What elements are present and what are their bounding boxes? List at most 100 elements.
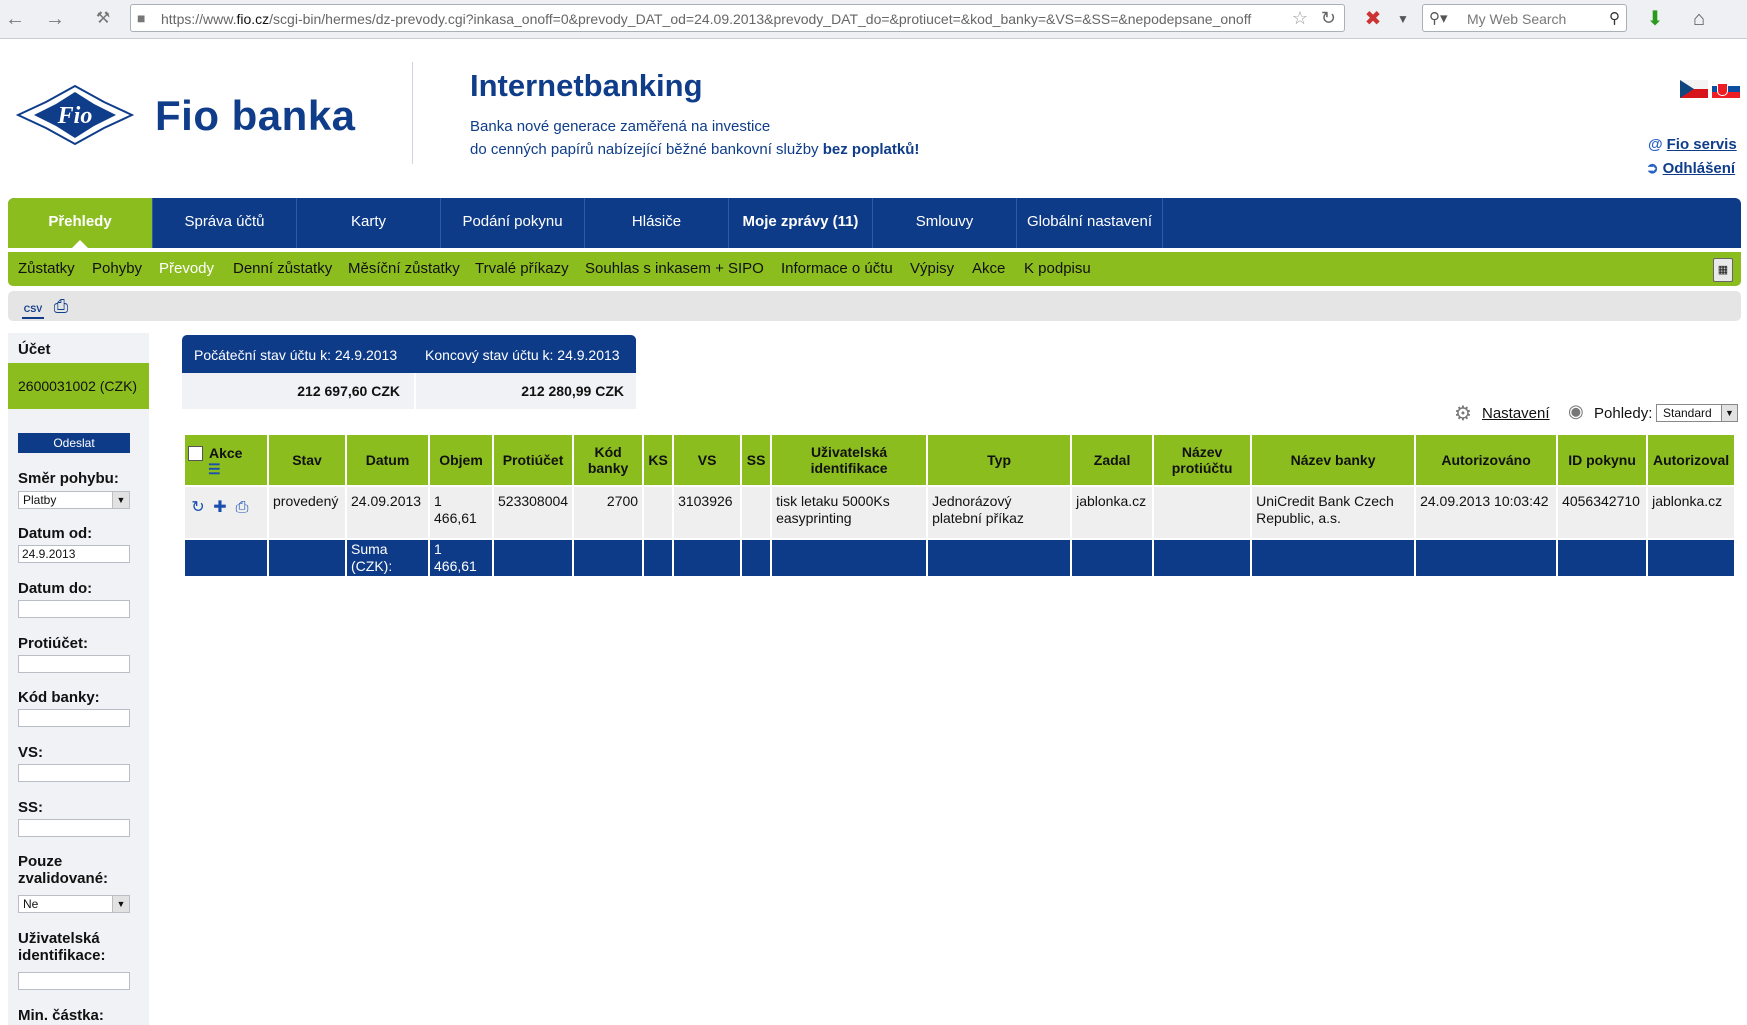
date-from-label: Datum od: (18, 525, 93, 542)
settings-link[interactable]: Nastavení (1482, 405, 1550, 422)
cell-autorizovano: 24.09.2013 10:03:42 (1416, 487, 1557, 538)
page-title: Internetbanking (470, 68, 703, 103)
back-icon[interactable]: ← (2, 6, 28, 32)
page-info-icon[interactable]: ■ (137, 10, 145, 26)
tab-karty[interactable]: Karty (297, 198, 441, 248)
subtab-informace-o-uctu[interactable]: Informace o účtu (781, 252, 893, 286)
col-protiucet[interactable]: Protiúčet (494, 435, 573, 485)
addon-icon[interactable]: ✖ (1360, 6, 1386, 32)
col-nazev-banky[interactable]: Název banky (1252, 435, 1415, 485)
subtab-vypisy[interactable]: Výpisy (910, 252, 954, 286)
cell-nazev-banky: UniCredit Bank Czech Republic, a.s. (1252, 487, 1415, 538)
tab-hlasice[interactable]: Hlásiče (585, 198, 729, 248)
subtab-mesicni-zustatky[interactable]: Měsíční zůstatky (348, 252, 460, 286)
slovak-flag-icon[interactable] (1712, 80, 1740, 98)
search-box[interactable]: ⚲▾ My Web Search ⚲ (1422, 4, 1627, 32)
tagline-line-1: Banka nové generace zaměřená na investic… (470, 118, 771, 135)
sum-cell (494, 540, 573, 576)
url-text[interactable]: https://www.fio.cz/scgi-bin/hermes/dz-pr… (161, 11, 1291, 27)
subtab-akce[interactable]: Akce (972, 252, 1005, 286)
tab-globalni-nastaveni[interactable]: Globální nastavení (1017, 198, 1163, 248)
col-autorizovano[interactable]: Autorizováno (1416, 435, 1557, 485)
forward-icon[interactable]: → (42, 6, 68, 32)
subtab-k-podpisu[interactable]: K podpisu (1024, 252, 1091, 286)
submit-button[interactable]: Odeslat (18, 433, 130, 453)
account-label: Účet (18, 341, 51, 358)
col-uzivatelska-identifikace[interactable]: Uživatelská identifikace (772, 435, 927, 485)
refresh-icon[interactable]: ↻ (189, 499, 207, 517)
select-all-checkbox[interactable] (188, 446, 203, 462)
print-icon[interactable]: ⎙ (233, 499, 251, 517)
subtab-trvale-prikazy[interactable]: Trvalé příkazy (475, 252, 569, 286)
col-ks[interactable]: KS (644, 435, 673, 485)
tab-prehledy[interactable]: Přehledy (8, 198, 153, 248)
tab-smlouvy[interactable]: Smlouvy (873, 198, 1017, 248)
sum-cell (742, 540, 771, 576)
csv-export-icon[interactable]: CSV (22, 295, 44, 319)
bank-code-input[interactable] (18, 709, 130, 727)
tab-sprava-uctu[interactable]: Správa účtů (153, 198, 297, 248)
cell-objem: 1 466,61 (430, 487, 492, 538)
col-typ[interactable]: Typ (928, 435, 1071, 485)
cell-nazev-protiuctu (1154, 487, 1251, 538)
czech-flag-icon[interactable] (1680, 80, 1708, 98)
user-id-input[interactable] (18, 972, 130, 990)
account-selector[interactable]: 2600031002 (CZK) (8, 363, 149, 409)
subtab-prevody[interactable]: Převody (159, 252, 214, 286)
search-input[interactable]: My Web Search (1467, 11, 1566, 27)
validated-select[interactable]: Ne ▼ (18, 895, 130, 913)
cell-kod-banky: 2700 (574, 487, 643, 538)
bookmark-star-icon[interactable]: ☆ (1292, 8, 1308, 29)
calculator-icon[interactable]: ▦ (1713, 258, 1733, 282)
col-kod-banky[interactable]: Kód banky (574, 435, 643, 485)
direction-label: Směr pohybu: (18, 470, 119, 487)
views-select[interactable]: Standard ▼ (1656, 404, 1738, 422)
tab-moje-zpravy[interactable]: Moje zprávy (11) (729, 198, 873, 248)
subtab-zustatky[interactable]: Zůstatky (18, 252, 75, 286)
dropdown-icon[interactable]: ▼ (1390, 6, 1416, 32)
vs-label: VS: (18, 744, 44, 761)
subtab-denni-zustatky[interactable]: Denní zůstatky (233, 252, 332, 286)
col-vs[interactable]: VS (674, 435, 741, 485)
col-zadal[interactable]: Zadal (1072, 435, 1153, 485)
gear-icon[interactable]: ⚙ (1454, 401, 1472, 426)
sum-value: 1 466,61 (430, 540, 492, 576)
end-balance-label: Koncový stav účtu k: 24.9.2013 (425, 347, 620, 363)
brand-name: Fio banka (155, 92, 356, 139)
counter-account-input[interactable] (18, 655, 130, 673)
reload-icon[interactable]: ↻ (1321, 8, 1336, 29)
col-datum[interactable]: Datum (347, 435, 428, 485)
direction-select[interactable]: Platby ▼ (18, 491, 130, 509)
col-objem[interactable]: Objem (430, 435, 492, 485)
logout-link[interactable]: ➲ Odhlášení (1646, 159, 1735, 177)
home-icon[interactable]: ⌂ (1686, 6, 1712, 32)
ss-input[interactable] (18, 819, 130, 837)
col-id-pokynu[interactable]: ID pokynu (1558, 435, 1647, 485)
date-from-input[interactable]: 24.9.2013 (18, 545, 130, 563)
search-icon[interactable]: ⚲ (1609, 9, 1620, 27)
col-nazev-protiuctu[interactable]: Název protiúčtu (1154, 435, 1251, 485)
col-ss[interactable]: SS (742, 435, 771, 485)
cell-vs: 3103926 (674, 487, 741, 538)
tab-podani-pokynu[interactable]: Podání pokynu (441, 198, 585, 248)
search-engine-icon[interactable]: ⚲▾ (1429, 9, 1448, 27)
cell-protiucet: 523308004 (494, 487, 573, 538)
print-icon[interactable]: ⎙ (50, 295, 72, 317)
download-icon[interactable]: ⬇ (1642, 6, 1668, 32)
fio-servis-link[interactable]: @ Fio servis (1648, 136, 1737, 153)
fio-logo[interactable]: Fio (16, 84, 134, 146)
vs-input[interactable] (18, 764, 130, 782)
language-flags (1676, 80, 1740, 98)
cell-uzivatelska-identifikace: tisk letaku 5000Ks easyprinting (772, 487, 927, 538)
date-to-input[interactable] (18, 600, 130, 618)
validated-label: Pouze zvalidované: (18, 853, 109, 887)
address-bar[interactable]: ■ https://www.fio.cz/scgi-bin/hermes/dz-… (130, 4, 1345, 32)
date-to-label: Datum do: (18, 580, 93, 597)
list-icon[interactable]: ☰ (208, 462, 264, 476)
tools-icon[interactable]: ⚒ (90, 6, 116, 32)
add-icon[interactable]: ✚ (211, 499, 229, 517)
subtab-pohyby[interactable]: Pohyby (92, 252, 142, 286)
subtab-souhlas-s-inkasem[interactable]: Souhlas s inkasem + SIPO (585, 252, 764, 286)
col-stav[interactable]: Stav (269, 435, 345, 485)
col-autorizoval[interactable]: Autorizoval (1648, 435, 1735, 485)
